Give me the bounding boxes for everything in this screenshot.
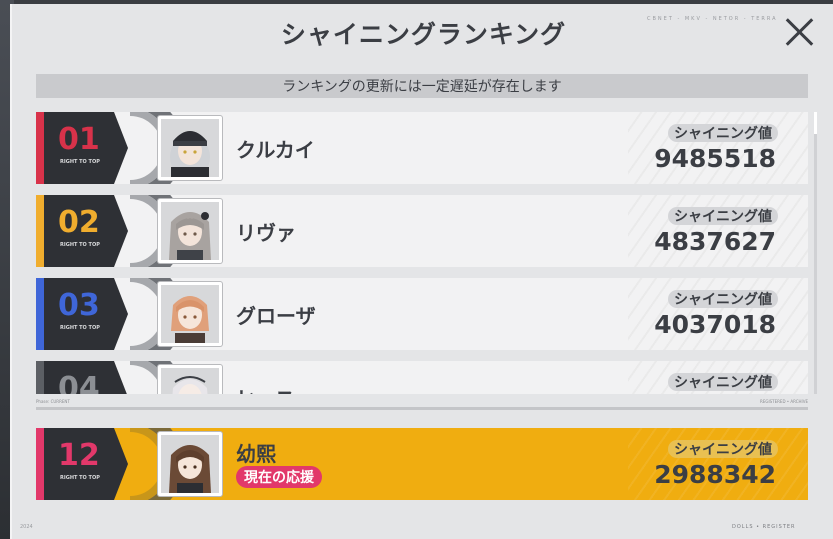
update-delay-notice: ランキングの更新には一定遅延が存在します: [36, 74, 808, 98]
rank-number: 01: [58, 122, 100, 157]
rank-number: 02: [58, 205, 100, 240]
current-support-badge: 現在の応援: [236, 466, 322, 488]
player-name: ヒース: [236, 383, 295, 394]
rank-number: 04: [58, 371, 100, 394]
girl-brown-hair-avatar: [158, 432, 222, 496]
rank-color-bar: [36, 195, 44, 267]
divider-tag-right: REGISTERED • ARCHIVE: [760, 399, 808, 404]
list-scrollbar[interactable]: [814, 112, 817, 394]
ranking-panel: シャイニングランキング CBNET - MKV - NETOR - TERRA …: [10, 4, 833, 539]
ranking-row-3[interactable]: 03 RIGHT TO TOP グローザ シャイニング値 4037018: [36, 278, 808, 350]
close-icon[interactable]: [782, 14, 818, 50]
score-label: シャイニング値: [668, 373, 778, 391]
girl-dark-cap-avatar: [158, 116, 222, 180]
rank-number: 12: [58, 438, 100, 473]
title-bar: シャイニングランキング: [12, 4, 833, 62]
score-value: 9485518: [654, 144, 776, 173]
divider-tag-left: Phase: CURRENT: [36, 399, 70, 404]
rank-color-bar: [36, 112, 44, 184]
ranking-row-1[interactable]: 01 RIGHT TO TOP クルカイ シャイニング値 9485518: [36, 112, 808, 184]
rank-number: 03: [58, 288, 100, 323]
my-ranking-row[interactable]: 12 RIGHT TO TOP 幼熙 現在の応援 シャイニング値 2988342: [36, 428, 808, 500]
score-value: 4037018: [654, 310, 776, 339]
girl-silver-hair-avatar: [158, 199, 222, 263]
rank-color-bar: [36, 361, 44, 394]
player-name: クルカイ: [236, 138, 315, 162]
score-value: 2988342: [654, 460, 776, 489]
girl-orange-hair-avatar: [158, 282, 222, 346]
rank-color-bar: [36, 428, 44, 500]
rank-tag: RIGHT TO TOP: [60, 242, 100, 248]
rank-tag: RIGHT TO TOP: [60, 159, 100, 165]
page-title: シャイニングランキング: [280, 20, 567, 49]
score-label: シャイニング値: [668, 440, 778, 458]
player-name: リヴァ: [236, 221, 296, 245]
score-value: 4837627: [654, 227, 776, 256]
player-name: グローザ: [236, 304, 316, 328]
list-divider: Phase: CURRENT REGISTERED • ARCHIVE: [36, 399, 808, 413]
rank-color-bar: [36, 278, 44, 350]
score-label: シャイニング値: [668, 207, 778, 225]
scrollbar-thumb[interactable]: [814, 112, 817, 134]
score-label: シャイニング値: [668, 124, 778, 142]
girl-white-hair-avatar: [158, 365, 222, 394]
rank-tag: RIGHT TO TOP: [60, 325, 100, 331]
header-code: CBNET - MKV - NETOR - TERRA: [647, 16, 778, 22]
footer-left-tag: 2024: [20, 524, 33, 530]
ranking-row-4[interactable]: 04 ヒース シャイニング値: [36, 361, 808, 394]
rank-tag: RIGHT TO TOP: [60, 475, 100, 481]
ranking-list[interactable]: 01 RIGHT TO TOP クルカイ シャイニング値 9485518 02 …: [36, 112, 808, 394]
ranking-row-2[interactable]: 02 RIGHT TO TOP リヴァ シャイニング値 4837627: [36, 195, 808, 267]
score-label: シャイニング値: [668, 290, 778, 308]
player-name: 幼熙: [236, 442, 276, 466]
footer-right-tag: DOLLS • REGISTER: [732, 524, 796, 530]
